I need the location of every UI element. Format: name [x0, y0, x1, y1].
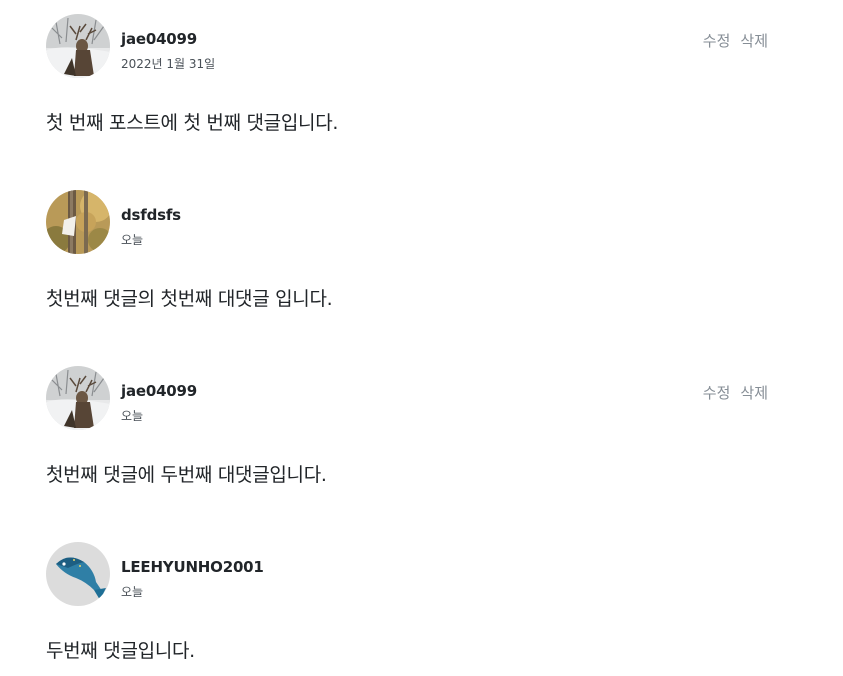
fish-image: [46, 542, 110, 606]
comment-item: jae04099 2022년 1월 31일 수정 삭제 첫 번째 포스트에 첫 …: [46, 14, 768, 134]
deer-avatar-icon[interactable]: [46, 366, 110, 430]
comment-author[interactable]: jae04099: [121, 30, 197, 48]
comment-text: 첫번째 댓글의 첫번째 대댓글 입니다.: [46, 288, 333, 310]
comment-author[interactable]: LEEHYUNHO2001: [121, 558, 264, 576]
edit-button[interactable]: 수정: [703, 382, 731, 403]
comment-date: 오늘: [121, 409, 144, 423]
deer-image: [46, 366, 110, 430]
comment-header: jae04099 2022년 1월 31일 수정 삭제: [46, 14, 768, 80]
comment-item: dsfdsfs 오늘 첫번째 댓글의 첫번째 대댓글 입니다.: [46, 190, 768, 310]
comment-author[interactable]: jae04099: [121, 382, 197, 400]
comment-text: 첫 번째 포스트에 첫 번째 댓글입니다.: [46, 112, 339, 134]
deer-image: [46, 14, 110, 78]
comment-text: 두번째 댓글입니다.: [46, 640, 195, 662]
comment-text: 첫번째 댓글에 두번째 대댓글입니다.: [46, 464, 327, 486]
comment-date: 2022년 1월 31일: [121, 57, 216, 71]
forest-avatar-icon[interactable]: [46, 190, 110, 254]
comment-author[interactable]: dsfdsfs: [121, 206, 181, 224]
comment-date: 오늘: [121, 233, 144, 247]
comment-date: 오늘: [121, 585, 144, 599]
comment-header: jae04099 오늘 수정 삭제: [46, 366, 768, 432]
fish-avatar-icon[interactable]: [46, 542, 110, 606]
comment-actions: 수정 삭제: [703, 382, 768, 403]
delete-button[interactable]: 삭제: [740, 30, 768, 51]
comment-header: dsfdsfs 오늘: [46, 190, 768, 256]
delete-button[interactable]: 삭제: [740, 382, 768, 403]
comment-header: LEEHYUNHO2001 오늘: [46, 542, 768, 608]
forest-image: [46, 190, 110, 254]
comment-item: jae04099 오늘 수정 삭제 첫번째 댓글에 두번째 대댓글입니다.: [46, 366, 768, 486]
edit-button[interactable]: 수정: [703, 30, 731, 51]
comment-item: LEEHYUNHO2001 오늘 두번째 댓글입니다.: [46, 542, 768, 662]
comment-actions: 수정 삭제: [703, 30, 768, 51]
deer-avatar-icon[interactable]: [46, 14, 110, 78]
